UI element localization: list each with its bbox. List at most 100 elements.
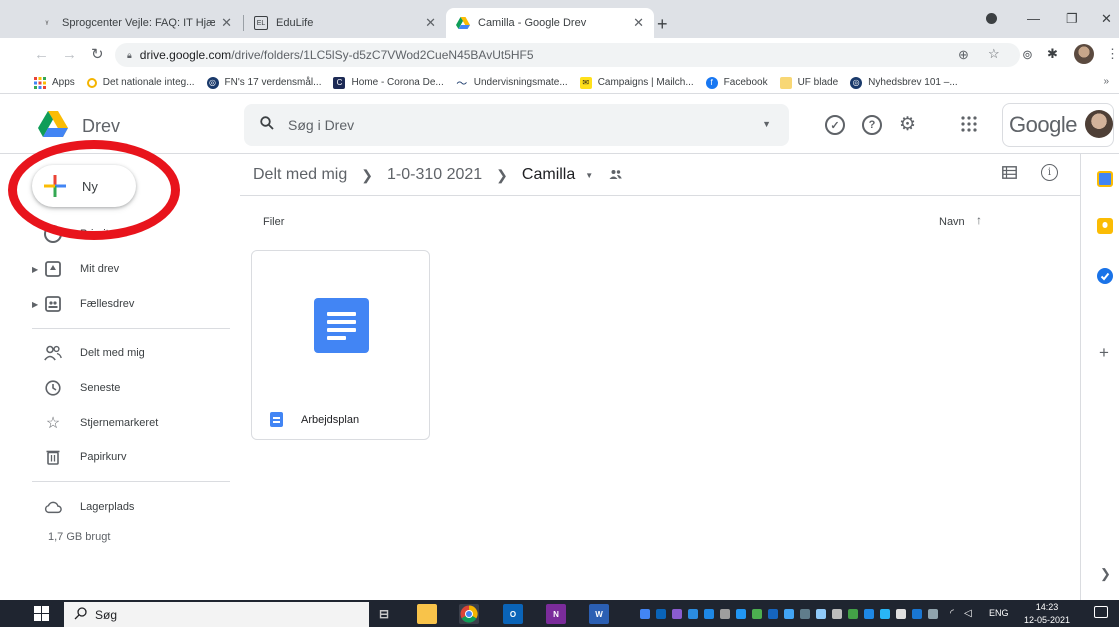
profile-dot-icon[interactable] <box>986 13 997 24</box>
help-icon[interactable]: ? <box>862 115 882 135</box>
side-panel-toggle-chevron-icon[interactable]: ❯ <box>1100 566 1111 582</box>
bookmark-label: Campaigns | Mailch... <box>597 77 694 88</box>
tab-edulife[interactable]: EL EduLife ✕ <box>244 8 446 38</box>
keep-icon[interactable] <box>1097 218 1113 234</box>
address-bar[interactable]: 🔒︎ drive.google.com/drive/folders/1LC5lS… <box>115 43 1020 67</box>
drive-search-input[interactable]: Søg i Drev ▼ <box>244 104 789 146</box>
taskbar-search-input[interactable]: Søg <box>64 602 369 627</box>
tray-app-icon[interactable] <box>640 609 650 619</box>
tray-app-icon[interactable] <box>880 609 890 619</box>
task-view-icon[interactable]: ⊟ <box>374 604 394 624</box>
wifi-icon[interactable]: ◜ <box>950 608 954 619</box>
bookmark-item[interactable]: ◎ Nyhedsbrev 101 –... <box>850 76 958 89</box>
browser-menu-icon[interactable]: ⋮ <box>1106 46 1119 62</box>
tasks-icon[interactable] <box>1097 268 1113 284</box>
tray-app-icon[interactable] <box>816 609 826 619</box>
calendar-icon[interactable] <box>1097 171 1113 187</box>
forward-icon[interactable]: → <box>62 46 77 63</box>
breadcrumb-shared-with-me[interactable]: Delt med mig <box>253 166 347 184</box>
word-icon[interactable]: W <box>589 604 609 624</box>
settings-gear-icon[interactable]: ⚙ <box>899 113 916 136</box>
star-icon: ☆ <box>45 415 61 432</box>
expand-arrow-icon[interactable]: ▶ <box>32 300 44 309</box>
search-options-dropdown-icon[interactable]: ▼ <box>762 119 771 129</box>
bookmark-item[interactable]: 〜 Undervisningsmate... <box>456 77 567 90</box>
breadcrumb-folder[interactable]: 1-0-310 2021 <box>387 166 482 184</box>
tray-app-icon[interactable] <box>928 609 938 619</box>
get-addons-plus-icon[interactable]: + <box>1099 343 1109 363</box>
tray-app-icon[interactable] <box>848 609 858 619</box>
sort-arrow-up-icon[interactable]: ↑ <box>976 213 982 227</box>
breadcrumb-current-folder[interactable]: Camilla <box>522 166 575 184</box>
tray-app-icon[interactable] <box>912 609 922 619</box>
bookmark-star-icon[interactable]: ☆ <box>988 46 1000 62</box>
extensions-puzzle-icon[interactable]: ✱ <box>1047 46 1058 62</box>
account-avatar[interactable] <box>1085 110 1113 138</box>
bookmark-item[interactable]: UF blade <box>779 76 838 89</box>
list-view-icon[interactable] <box>1002 166 1017 182</box>
tray-app-icon[interactable] <box>672 609 682 619</box>
offline-ready-icon[interactable]: ✓ <box>825 115 845 135</box>
tray-app-icon[interactable] <box>768 609 778 619</box>
tray-app-icon[interactable] <box>736 609 746 619</box>
profile-avatar[interactable] <box>1074 44 1094 64</box>
sidebar-item-shared-with-me[interactable]: Delt med mig <box>32 340 145 366</box>
sort-by-name-button[interactable]: Navn <box>939 216 965 228</box>
tray-app-icon[interactable] <box>720 609 730 619</box>
input-language-indicator[interactable]: ENG <box>989 608 1009 618</box>
tray-app-icon[interactable] <box>688 609 698 619</box>
doc-line <box>327 312 356 316</box>
install-icon[interactable]: ⊕ <box>958 47 969 63</box>
bookmark-apps[interactable]: Apps <box>34 76 75 89</box>
google-drive-logo-icon[interactable] <box>38 111 68 137</box>
close-tab-icon[interactable]: ✕ <box>221 15 232 31</box>
sidebar-item-shared-drives[interactable]: ▶ Fællesdrev <box>32 291 134 317</box>
tray-app-icon[interactable] <box>832 609 842 619</box>
close-tab-icon[interactable]: ✕ <box>633 15 644 31</box>
tray-app-icon[interactable] <box>864 609 874 619</box>
window-close-icon[interactable]: ✕ <box>1101 11 1112 27</box>
tray-app-icon[interactable] <box>752 609 762 619</box>
sidebar-item-label: Lagerplads <box>80 501 135 513</box>
bookmarks-overflow-icon[interactable]: » <box>1103 76 1109 87</box>
chrome-icon[interactable] <box>459 604 479 624</box>
outlook-icon[interactable]: O <box>503 604 523 624</box>
battery-icon[interactable] <box>896 609 906 619</box>
sidebar-item-my-drive[interactable]: ▶ Mit drev <box>32 256 119 282</box>
file-explorer-icon[interactable] <box>417 604 437 624</box>
google-apps-icon[interactable] <box>961 116 977 132</box>
taskbar-clock[interactable]: 14:23 12-05-2021 <box>1024 601 1070 627</box>
extension-icon[interactable]: ⊚ <box>1022 47 1033 63</box>
bookmark-item[interactable]: C Home - Corona De... <box>333 76 444 89</box>
tray-app-icon[interactable] <box>656 609 666 619</box>
windows-start-icon[interactable] <box>34 606 49 621</box>
file-card[interactable]: Arbejdsplan <box>251 250 430 440</box>
new-tab-icon[interactable]: + <box>657 14 668 35</box>
expand-arrow-icon[interactable]: ▶ <box>32 265 44 274</box>
minimize-icon[interactable]: — <box>1027 11 1040 26</box>
back-icon[interactable]: ← <box>34 46 49 63</box>
tray-app-icon[interactable] <box>784 609 794 619</box>
bookmark-item[interactable]: Det nationale integ... <box>86 77 195 88</box>
bookmark-item[interactable]: ✉ Campaigns | Mailch... <box>579 76 694 89</box>
sidebar-item-recent[interactable]: Seneste <box>32 375 120 401</box>
sidebar-item-starred[interactable]: ☆ Stjernemarkeret <box>32 410 158 436</box>
close-tab-icon[interactable]: ✕ <box>425 15 436 31</box>
onenote-icon[interactable]: N <box>546 604 566 624</box>
wave-icon: 〜 <box>456 77 468 90</box>
tray-app-icon[interactable] <box>800 609 810 619</box>
sidebar-item-trash[interactable]: Papirkurv <box>32 444 126 470</box>
reload-icon[interactable]: ↻ <box>91 45 104 63</box>
tab-sprogcenter[interactable]: ᵞ Sprogcenter Vejle: FAQ: IT Hjælp ✕ <box>30 8 242 38</box>
restore-icon[interactable]: ❐ <box>1066 11 1078 27</box>
sidebar-divider <box>32 481 230 482</box>
tab-google-drive[interactable]: Camilla - Google Drev ✕ <box>446 8 654 38</box>
tray-app-icon[interactable] <box>704 609 714 619</box>
notification-center-icon[interactable] <box>1094 606 1108 618</box>
bookmark-item[interactable]: f Facebook <box>705 76 768 89</box>
info-icon[interactable]: i <box>1041 164 1058 181</box>
sidebar-item-storage[interactable]: Lagerplads <box>32 494 134 520</box>
bookmark-item[interactable]: ◎ FN's 17 verdensmål... <box>206 76 321 89</box>
folder-dropdown-icon[interactable]: ▼ <box>585 171 593 180</box>
volume-icon[interactable]: ◁ <box>964 608 972 619</box>
